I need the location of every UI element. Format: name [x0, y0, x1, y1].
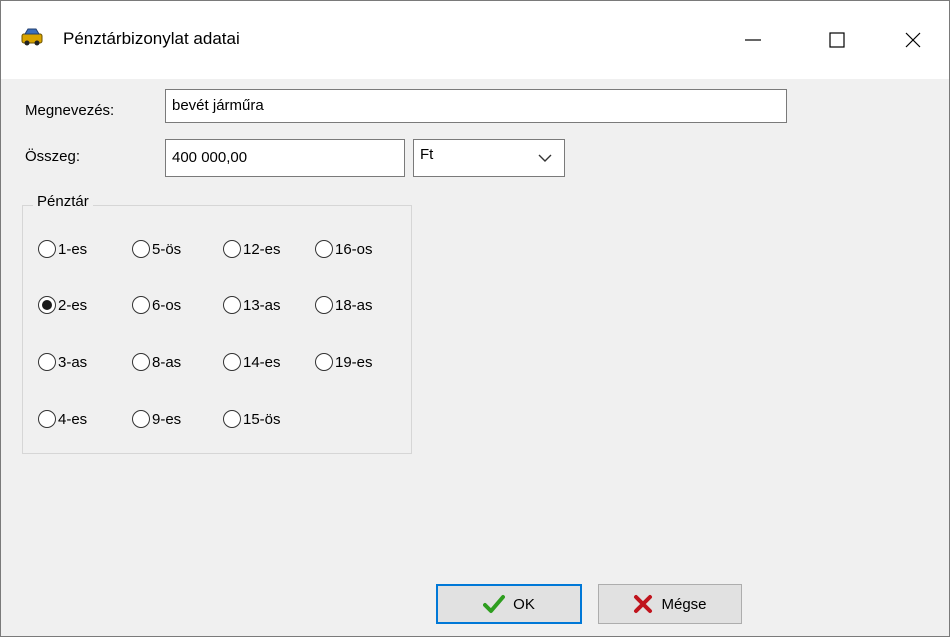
radio-cashier-2[interactable]: 2-es [38, 294, 87, 316]
radio-label: 5-ös [152, 240, 182, 258]
radio-label: 18-as [335, 296, 373, 314]
radio-label: 16-os [335, 240, 373, 258]
currency-value: Ft [420, 146, 434, 163]
radio-label: 12-es [243, 240, 281, 258]
car-icon [21, 28, 43, 46]
radio-button[interactable] [223, 410, 241, 428]
radio-label: 3-as [58, 353, 88, 371]
radio-cashier-5[interactable]: 5-ös [132, 238, 181, 260]
radio-cashier-8[interactable]: 8-as [132, 351, 181, 373]
radio-label: 15-ös [243, 410, 281, 428]
chevron-down-icon [538, 154, 552, 162]
minimize-icon [745, 39, 761, 41]
radio-button[interactable] [132, 410, 150, 428]
radio-cashier-6[interactable]: 6-os [132, 294, 181, 316]
radio-button[interactable] [38, 240, 56, 258]
radio-label: 13-as [243, 296, 281, 314]
radio-button[interactable] [223, 296, 241, 314]
radio-button[interactable] [132, 353, 150, 371]
close-icon [905, 32, 921, 48]
minimize-button[interactable] [719, 1, 787, 79]
radio-cashier-9[interactable]: 9-es [132, 408, 181, 430]
maximize-button[interactable] [803, 1, 871, 79]
currency-select[interactable]: Ft [413, 139, 565, 177]
cancel-x-icon [634, 595, 653, 613]
window-title: Pénztárbizonylat adatai [63, 29, 240, 48]
radio-cashier-19[interactable]: 19-es [315, 351, 373, 373]
radio-cashier-3[interactable]: 3-as [38, 351, 87, 373]
radio-label: 6-os [152, 296, 182, 314]
radio-button[interactable] [315, 296, 333, 314]
radio-cashier-12[interactable]: 12-es [223, 238, 281, 260]
ok-button-label: OK [513, 595, 535, 613]
amount-field[interactable]: 400 000,00 [165, 139, 405, 177]
radio-label: 14-es [243, 353, 281, 371]
radio-label: 2-es [58, 296, 88, 314]
radio-button[interactable] [38, 410, 56, 428]
radio-button-selected[interactable] [38, 296, 56, 314]
ok-button[interactable]: OK [436, 584, 582, 624]
radio-button[interactable] [132, 296, 150, 314]
radio-button[interactable] [132, 240, 150, 258]
radio-cashier-15[interactable]: 15-ös [223, 408, 281, 430]
radio-label: 1-es [58, 240, 88, 258]
checkmark-icon [483, 595, 506, 613]
radio-button[interactable] [315, 353, 333, 371]
radio-button[interactable] [223, 240, 241, 258]
radio-cashier-16[interactable]: 16-os [315, 238, 373, 260]
radio-cashier-18[interactable]: 18-as [315, 294, 373, 316]
cancel-button[interactable]: Mégse [598, 584, 742, 624]
radio-cashier-13[interactable]: 13-as [223, 294, 281, 316]
radio-button[interactable] [38, 353, 56, 371]
close-button[interactable] [879, 1, 947, 79]
radio-button[interactable] [315, 240, 333, 258]
radio-cashier-14[interactable]: 14-es [223, 351, 281, 373]
radio-cashier-4[interactable]: 4-es [38, 408, 87, 430]
maximize-icon [829, 32, 845, 48]
amount-label: Összeg: [25, 148, 81, 165]
radio-label: 4-es [58, 410, 88, 428]
radio-cashier-1[interactable]: 1-es [38, 238, 87, 260]
radio-label: 9-es [152, 410, 182, 428]
name-label: Megnevezés: [25, 102, 115, 119]
name-field[interactable]: bevét járműra [165, 89, 787, 123]
title-bar[interactable]: Pénztárbizonylat adatai [1, 1, 949, 79]
radio-label: 19-es [335, 353, 373, 371]
radio-label: 8-as [152, 353, 182, 371]
cancel-button-label: Mégse [661, 595, 707, 613]
radio-button[interactable] [223, 353, 241, 371]
cashier-group-title: Pénztár [33, 193, 93, 210]
dialog-window: Pénztárbizonylat adatai Megnevezés: bevé… [0, 0, 950, 637]
